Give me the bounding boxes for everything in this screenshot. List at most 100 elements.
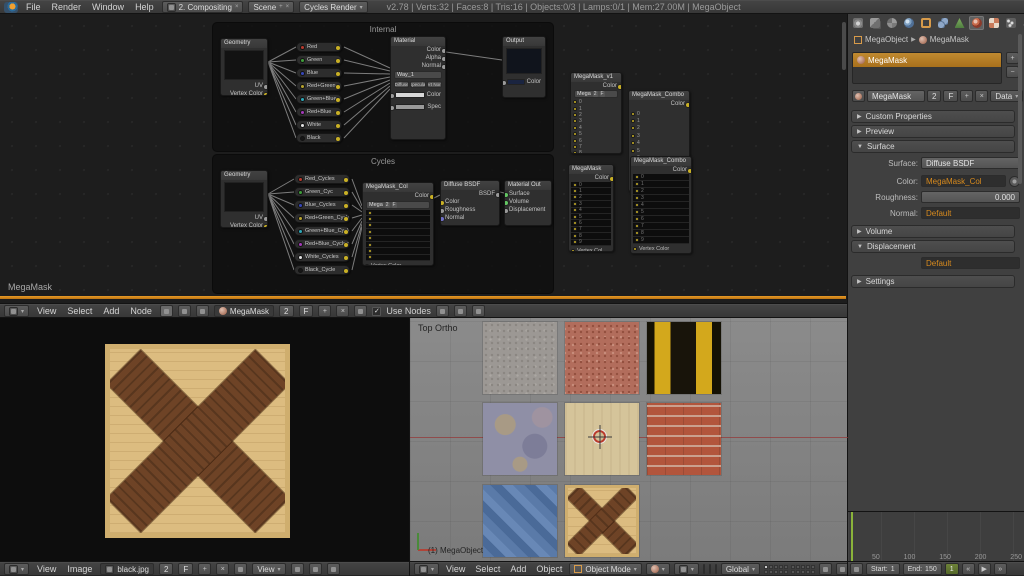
- toggle-specular[interactable]: Specular: [410, 81, 425, 88]
- input-socket[interactable]: [635, 224, 639, 228]
- color-swatch[interactable]: [507, 79, 525, 85]
- input-socket[interactable]: [368, 236, 372, 240]
- close-icon[interactable]: ×: [286, 4, 290, 10]
- input-socket[interactable]: [573, 145, 577, 149]
- tab-material-icon[interactable]: [969, 16, 984, 30]
- input-socket-row[interactable]: 3: [629, 132, 689, 139]
- input-socket[interactable]: [573, 119, 577, 123]
- parent-node-tree-icon[interactable]: [436, 305, 449, 317]
- mask-node[interactable]: Green+Blue: [296, 94, 342, 104]
- pin-icon[interactable]: [354, 305, 367, 317]
- input-socket[interactable]: [573, 234, 577, 238]
- input-socket[interactable]: [573, 139, 577, 143]
- material-name-field[interactable]: MegaMask: [867, 90, 925, 102]
- input-socket-row[interactable]: 4: [633, 202, 689, 209]
- input-socket-row[interactable]: 6: [633, 216, 689, 223]
- mask-node[interactable]: Red+Green_Cycle: [294, 213, 350, 223]
- close-icon[interactable]: ×: [235, 4, 239, 10]
- input-socket[interactable]: [573, 227, 577, 231]
- input-socket[interactable]: [573, 132, 577, 136]
- manipulator-rotate-icon[interactable]: [709, 564, 711, 574]
- input-socket[interactable]: [573, 195, 577, 199]
- menu-select[interactable]: Select: [64, 306, 95, 316]
- lock-icon[interactable]: [819, 563, 832, 575]
- section-custom-properties[interactable]: ▶ Custom Properties: [851, 110, 1015, 123]
- image-datablock[interactable]: black.jpg: [100, 563, 154, 575]
- node-editor[interactable]: Internal Cycles Geometry UV Vertex Color: [0, 14, 848, 304]
- new-material-button[interactable]: +: [960, 90, 973, 102]
- node-megamask-v1[interactable]: MegaMask_v1 Color Mega 2 F 012345678 Ver…: [570, 72, 622, 154]
- input-socket[interactable]: [368, 249, 372, 253]
- users-count-button[interactable]: 2: [279, 305, 293, 317]
- tab-render-layers-icon[interactable]: [867, 16, 882, 30]
- input-socket[interactable]: [368, 230, 372, 234]
- roughness-slider[interactable]: 0.000: [921, 191, 1020, 203]
- input-socket-row[interactable]: 0: [633, 174, 689, 181]
- menu-add[interactable]: Add: [100, 306, 122, 316]
- tab-object-icon[interactable]: [918, 16, 933, 30]
- input-socket[interactable]: [635, 203, 639, 207]
- section-volume[interactable]: ▶ Volume: [851, 225, 1015, 238]
- input-socket[interactable]: [573, 126, 577, 130]
- mask-node[interactable]: Green+Blue_Cycles: [294, 226, 350, 236]
- users-count[interactable]: 2: [385, 202, 390, 208]
- browse-material-icon[interactable]: [852, 90, 865, 102]
- input-socket-row[interactable]: 5: [633, 209, 689, 216]
- texture-tile-red-speckle[interactable]: [565, 322, 639, 394]
- snap-magnet-icon[interactable]: [454, 305, 467, 317]
- mask-node[interactable]: Black: [296, 133, 342, 143]
- texture-tile-hazard-stripes[interactable]: [647, 322, 721, 394]
- input-socket[interactable]: [635, 238, 639, 242]
- input-socket-row[interactable]: 7: [633, 223, 689, 230]
- mode-dropdown[interactable]: Object Mode ▾: [569, 563, 641, 575]
- input-socket[interactable]: [573, 202, 577, 206]
- users-count-button[interactable]: 2: [159, 563, 173, 575]
- input-socket[interactable]: [573, 208, 577, 212]
- input-socket-row[interactable]: 5: [629, 147, 689, 154]
- manipulator-translate-icon[interactable]: [703, 564, 705, 574]
- node-editor-scrollbar[interactable]: [842, 22, 846, 70]
- input-socket[interactable]: [365, 264, 369, 266]
- unlink-material-button[interactable]: ×: [975, 90, 988, 102]
- color-input-field[interactable]: MegaMask_Col: [921, 175, 1006, 187]
- tree-type-composite-icon[interactable]: [178, 305, 191, 317]
- node-tree-datablock[interactable]: MegaMask: [214, 305, 274, 317]
- fake-user-button[interactable]: F: [299, 305, 314, 317]
- input-socket[interactable]: [368, 223, 372, 227]
- mask-node[interactable]: Green_Cyc: [294, 187, 350, 197]
- orientation-dropdown[interactable]: Global ▾: [721, 563, 760, 575]
- screen-layout-selector[interactable]: 2. Compositing ×: [162, 1, 244, 13]
- node-material[interactable]: Material Color Alpha Normal Way_1 Diffus…: [390, 36, 446, 140]
- fake-user-button[interactable]: F: [600, 91, 605, 97]
- blender-logo-icon[interactable]: [4, 2, 18, 13]
- input-socket[interactable]: [635, 231, 639, 235]
- mask-node[interactable]: Red+Blue_Cycles: [294, 239, 350, 249]
- node-datablock[interactable]: Mega 2 F: [574, 90, 618, 98]
- node-geometry[interactable]: Geometry UV Vertex Color: [220, 38, 268, 96]
- input-socket[interactable]: [573, 215, 577, 219]
- mask-node[interactable]: White_Cycles: [294, 252, 350, 262]
- mask-node[interactable]: Red+Green: [296, 81, 342, 91]
- node-megamask[interactable]: MegaMask Color 0123456789 Vertex Col: [568, 164, 614, 252]
- input-socket-row[interactable]: 9: [571, 240, 611, 246]
- input-socket[interactable]: [631, 126, 635, 130]
- input-socket[interactable]: [368, 211, 372, 215]
- input-socket[interactable]: [573, 151, 577, 154]
- play-icon[interactable]: ▶: [978, 563, 991, 575]
- node-geometry-cycles[interactable]: Geometry UV Vertex Color: [220, 170, 268, 228]
- texture-tile-blue-marble[interactable]: [483, 403, 557, 475]
- mask-node[interactable]: Red: [296, 42, 342, 52]
- new-datablock-button[interactable]: +: [318, 305, 331, 317]
- snap-magnet-icon[interactable]: [309, 563, 322, 575]
- fake-user-button[interactable]: F: [178, 563, 193, 575]
- timeline-editor-icon[interactable]: [850, 563, 863, 575]
- input-socket-row[interactable]: 2: [629, 125, 689, 132]
- menu-image[interactable]: Image: [64, 564, 95, 574]
- input-socket[interactable]: [635, 189, 639, 193]
- input-socket-row[interactable]: 1: [633, 181, 689, 188]
- displacement-input-field[interactable]: Default: [921, 257, 1020, 269]
- input-socket[interactable]: [631, 119, 635, 123]
- input-socket[interactable]: [573, 183, 577, 187]
- input-socket[interactable]: [368, 243, 372, 247]
- input-socket[interactable]: [573, 107, 577, 111]
